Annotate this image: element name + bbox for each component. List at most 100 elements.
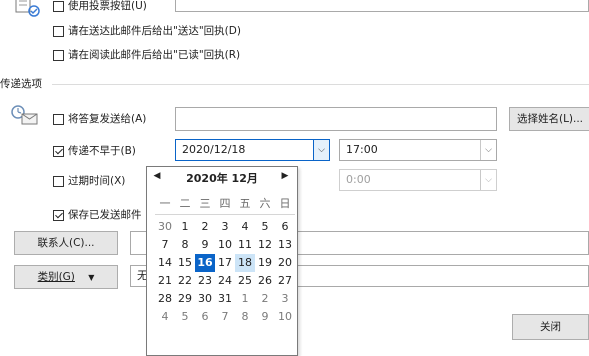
calendar-day[interactable]: 24 xyxy=(215,272,235,290)
next-month-icon[interactable]: ▶ xyxy=(279,171,291,181)
calendar-day[interactable]: 30 xyxy=(155,218,175,236)
calendar-day[interactable]: 19 xyxy=(255,254,275,272)
expire-checkbox[interactable] xyxy=(53,176,64,187)
calendar-day[interactable]: 10 xyxy=(275,308,295,326)
chevron-down-icon: ⌵ xyxy=(485,145,492,155)
expire-time-dropdown-button[interactable]: ⌵ xyxy=(480,170,496,190)
calendar-day[interactable]: 15 xyxy=(175,254,195,272)
calendar-week-row: 30 1 2 3 4 5 6 xyxy=(155,218,295,236)
properties-icon xyxy=(14,0,42,20)
calendar-day[interactable]: 28 xyxy=(155,290,175,308)
calendar-day[interactable]: 31 xyxy=(215,290,235,308)
calendar-day[interactable]: 5 xyxy=(255,218,275,236)
defer-date-dropdown-button[interactable]: ⌵ xyxy=(313,140,329,160)
reply-to-checkbox[interactable] xyxy=(53,114,64,125)
calendar-week-row: 14 15 16 17 18 19 20 xyxy=(155,254,295,272)
defer-time-value: 17:00 xyxy=(346,143,378,156)
calendar-day[interactable]: 11 xyxy=(235,236,255,254)
voting-input[interactable] xyxy=(175,0,589,12)
expire-label: 过期时间(X) xyxy=(68,175,126,187)
calendar-day[interactable]: 26 xyxy=(255,272,275,290)
expire-time-select[interactable]: 0:00 ⌵ xyxy=(339,169,497,191)
calendar-week-row: 7 8 9 10 11 12 13 xyxy=(155,236,295,254)
weekday-label: 二 xyxy=(179,197,191,210)
calendar-day[interactable]: 5 xyxy=(175,308,195,326)
triangle-down-icon: ▼ xyxy=(88,273,95,282)
calendar-days: 30 1 2 3 4 5 6 7 8 9 10 11 12 13 14 15 16 17 18 19 20 21 22 23 2… xyxy=(155,218,295,326)
calendar-day[interactable]: 6 xyxy=(195,308,215,326)
calendar-day[interactable]: 3 xyxy=(275,290,295,308)
calendar-day[interactable]: 4 xyxy=(155,308,175,326)
reply-to-label: 将答复发送给(A) xyxy=(68,113,147,125)
defer-delivery-label: 传递不早于(B) xyxy=(68,145,136,157)
calendar-day[interactable]: 30 xyxy=(195,290,215,308)
defer-date-picker[interactable]: 2020/12/18 ⌵ xyxy=(175,139,330,161)
calendar-day[interactable]: 4 xyxy=(235,218,255,236)
weekday-label: 日 xyxy=(279,197,291,210)
section-divider xyxy=(52,84,589,85)
voting-label: 使用投票按钮(U) xyxy=(68,0,147,12)
calendar-day[interactable]: 21 xyxy=(155,272,175,290)
delivery-receipt-checkbox[interactable] xyxy=(53,26,64,37)
calendar-day[interactable]: 20 xyxy=(275,254,295,272)
defer-delivery-checkbox[interactable] xyxy=(53,146,64,157)
calendar-day[interactable]: 12 xyxy=(255,236,275,254)
delivery-section-title: 传递选项 xyxy=(0,78,42,90)
calendar-header: ◀ 2020年 12月 ▶ xyxy=(147,167,297,187)
defer-time-select[interactable]: 17:00 ⌵ xyxy=(339,139,497,161)
calendar-week-row: 4 5 6 7 8 9 10 xyxy=(155,308,295,326)
defer-date-value: 2020/12/18 xyxy=(182,143,246,156)
save-sent-checkbox[interactable] xyxy=(53,210,64,221)
read-receipt-checkbox[interactable] xyxy=(53,50,64,61)
weekday-label: 三 xyxy=(199,197,211,210)
reply-to-input[interactable] xyxy=(175,107,497,131)
calendar-day[interactable]: 14 xyxy=(155,254,175,272)
calendar-day[interactable]: 8 xyxy=(235,308,255,326)
calendar-day[interactable]: 1 xyxy=(235,290,255,308)
select-names-button[interactable]: 选择姓名(L)... xyxy=(509,107,589,131)
contacts-button[interactable]: 联系人(C)... xyxy=(14,231,118,255)
calendar-day[interactable]: 9 xyxy=(195,236,215,254)
calendar-day[interactable]: 7 xyxy=(215,308,235,326)
calendar-day[interactable]: 25 xyxy=(235,272,255,290)
calendar-day[interactable]: 23 xyxy=(195,272,215,290)
calendar-day[interactable]: 22 xyxy=(175,272,195,290)
calendar-day-today[interactable]: 18 xyxy=(235,254,255,272)
expire-time-value: 0:00 xyxy=(346,173,371,186)
calendar-day[interactable]: 29 xyxy=(175,290,195,308)
weekday-label: 一 xyxy=(159,197,171,210)
chevron-down-icon: ⌵ xyxy=(485,175,492,185)
calendar-week-row: 28 29 30 31 1 2 3 xyxy=(155,290,295,308)
calendar-day[interactable]: 13 xyxy=(275,236,295,254)
delivery-receipt-label: 请在送达此邮件后给出"送达"回执(D) xyxy=(68,25,241,37)
weekday-divider xyxy=(155,214,295,215)
calendar-day[interactable]: 2 xyxy=(255,290,275,308)
calendar-day[interactable]: 1 xyxy=(175,218,195,236)
calendar-grid: 一 二 三 四 五 六 日 30 1 2 3 4 5 6 7 8 9 10 11 12 13 14 15 16 1… xyxy=(155,195,295,326)
weekday-label: 四 xyxy=(219,197,231,210)
categories-button[interactable]: 类别(G) ▼ xyxy=(14,265,118,289)
read-receipt-label: 请在阅读此邮件后给出"已读"回执(R) xyxy=(68,49,241,61)
weekday-label: 五 xyxy=(239,197,251,210)
calendar-popup: ◀ 2020年 12月 ▶ 一 二 三 四 五 六 日 30 1 2 3 4 5 6 7 8 9 1… xyxy=(146,166,298,356)
weekday-label: 六 xyxy=(259,197,271,210)
save-sent-label: 保存已发送邮件 xyxy=(68,209,142,221)
calendar-day[interactable]: 27 xyxy=(275,272,295,290)
calendar-day[interactable]: 9 xyxy=(255,308,275,326)
calendar-day[interactable]: 6 xyxy=(275,218,295,236)
calendar-day[interactable]: 8 xyxy=(175,236,195,254)
calendar-month-title[interactable]: 2020年 12月 xyxy=(147,170,297,186)
calendar-day[interactable]: 3 xyxy=(215,218,235,236)
defer-time-dropdown-button[interactable]: ⌵ xyxy=(480,140,496,160)
categories-label: 类别(G) xyxy=(37,271,75,283)
calendar-day[interactable]: 2 xyxy=(195,218,215,236)
calendar-day-selected[interactable]: 16 xyxy=(195,254,215,272)
close-button[interactable]: 关闭 xyxy=(512,314,589,340)
calendar-day[interactable]: 17 xyxy=(215,254,235,272)
calendar-day[interactable]: 10 xyxy=(215,236,235,254)
calendar-day[interactable]: 7 xyxy=(155,236,175,254)
delivery-options-icon xyxy=(10,104,40,128)
voting-checkbox[interactable] xyxy=(53,1,64,12)
weekday-row: 一 二 三 四 五 六 日 xyxy=(155,195,295,213)
chevron-down-icon: ⌵ xyxy=(318,145,325,155)
